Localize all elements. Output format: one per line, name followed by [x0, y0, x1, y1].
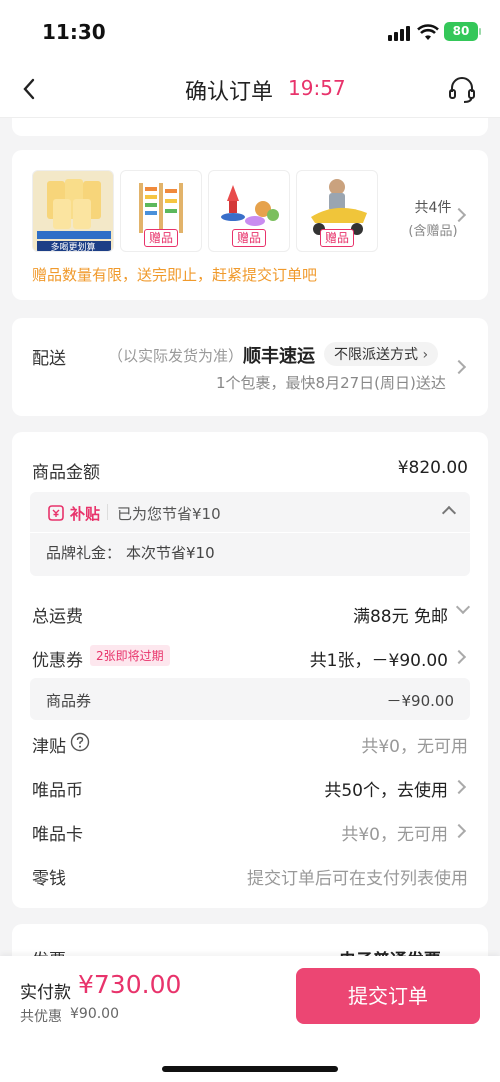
shipping-label: 总运费	[32, 607, 83, 627]
home-indicator	[162, 1066, 338, 1072]
gift-tag: 赠品	[231, 229, 267, 247]
change-label: 零钱	[32, 869, 66, 889]
gift-notice: 赠品数量有限，送完即止，赶紧提交订单吧	[32, 266, 318, 284]
subsidy-icon	[48, 505, 64, 521]
product-thumb-gift-1[interactable]: 赠品	[120, 170, 202, 252]
vip-card-value[interactable]: 共¥0，无可用	[341, 820, 448, 845]
goods-amount-value: ¥820.00	[397, 458, 468, 478]
submit-order-button[interactable]: 提交订单	[296, 968, 480, 1024]
back-icon[interactable]	[16, 74, 46, 104]
paid-amount: ¥730.00	[78, 970, 182, 999]
delivery-method-pill[interactable]: 不限派送方式 ›	[324, 342, 439, 366]
amounts-card: 商品金额 ¥820.00 补贴 已为您节省¥10 品牌礼金： 本次节省¥10 总…	[12, 432, 488, 908]
divider	[107, 504, 108, 520]
customer-service-icon[interactable]	[446, 74, 478, 106]
nav-bar: 确认订单 19:57	[0, 62, 500, 118]
chevron-right-icon[interactable]	[451, 779, 467, 795]
delivery-hint: （以实际发货为准）	[108, 347, 244, 365]
chevron-right-icon: ›	[418, 347, 429, 363]
help-icon[interactable]	[70, 732, 90, 752]
discount-value: ¥90.00	[70, 1006, 119, 1022]
clock: 11:30	[42, 20, 106, 44]
delivery-card[interactable]: 配送 （以实际发货为准） 顺丰速运 不限派送方式 › 1个包裹，最快8月27日(…	[12, 318, 488, 416]
wifi-icon	[417, 24, 439, 40]
discount-label: 共优惠	[20, 1009, 62, 1025]
battery-icon: 80	[444, 22, 481, 41]
paid-label: 实付款	[20, 983, 71, 1003]
product-thumb-gift-3[interactable]: 赠品	[296, 170, 378, 252]
page-title: 确认订单	[185, 80, 274, 105]
delivery-eta: 1个包裹，最快8月27日(周日)送达	[216, 374, 446, 392]
change-value: 提交订单后可在支付列表使用	[247, 869, 468, 889]
chevron-right-icon[interactable]	[451, 649, 467, 665]
item-count-note: (含赠品)	[408, 224, 458, 239]
goods-amount-label: 商品金额	[32, 463, 100, 483]
countdown-timer: 19:57	[288, 76, 346, 100]
chevron-right-icon[interactable]	[451, 823, 467, 839]
goods-coupon-row: 商品券 －¥90.00	[30, 678, 470, 720]
previous-card-edge	[12, 118, 488, 136]
delivery-label: 配送	[32, 349, 66, 369]
product-thumb-formula[interactable]: 多喝更划算	[32, 170, 114, 252]
chevron-down-icon[interactable]	[455, 599, 471, 615]
checkout-bar: 实付款 ¥730.00 共优惠 ¥90.00 提交订单	[0, 956, 500, 1082]
jintie-label: 津贴	[32, 737, 66, 757]
shipping-value[interactable]: 满88元 免邮	[353, 602, 448, 627]
subsidy-panel[interactable]: 补贴 已为您节省¥10 品牌礼金： 本次节省¥10	[30, 492, 470, 576]
product-caption: 多喝更划算	[50, 243, 96, 252]
vip-card-label: 唯品卡	[32, 825, 83, 845]
status-bar: 11:30 80	[0, 0, 500, 62]
jintie-value: 共¥0，无可用	[361, 737, 468, 757]
carrier-name: 顺丰速运	[243, 346, 315, 367]
vip-coin-value[interactable]: 共50个，去使用	[324, 776, 448, 801]
delivery-method-label: 不限派送方式	[334, 347, 418, 363]
products-card[interactable]: 多喝更划算 赠品 赠品 赠品 共4件 (含赠品) 赠品数量有限，送完即止，赶紧提…	[12, 150, 488, 300]
chevron-up-icon[interactable]	[441, 505, 457, 521]
subsidy-tag: 补贴	[70, 505, 101, 523]
vip-coin-label: 唯品币	[32, 781, 83, 801]
goods-coupon-label: 商品券	[46, 692, 92, 710]
subsidy-text: 已为您节省¥10	[117, 505, 221, 523]
gift-tag: 赠品	[143, 229, 179, 247]
gift-tag: 赠品	[319, 229, 355, 247]
brand-gift-value: 本次节省¥10	[126, 544, 215, 562]
divider	[30, 532, 470, 533]
signal-icon	[388, 26, 410, 41]
coupon-value[interactable]: 共1张，－¥90.00	[310, 646, 448, 671]
goods-coupon-value: －¥90.00	[386, 692, 455, 710]
product-thumb-gift-2[interactable]: 赠品	[208, 170, 290, 252]
coupon-label: 优惠券	[32, 651, 83, 671]
coupon-expiry-badge: 2张即将过期	[90, 645, 170, 666]
brand-gift-label: 品牌礼金：	[46, 544, 122, 562]
chevron-right-icon[interactable]	[451, 359, 467, 375]
